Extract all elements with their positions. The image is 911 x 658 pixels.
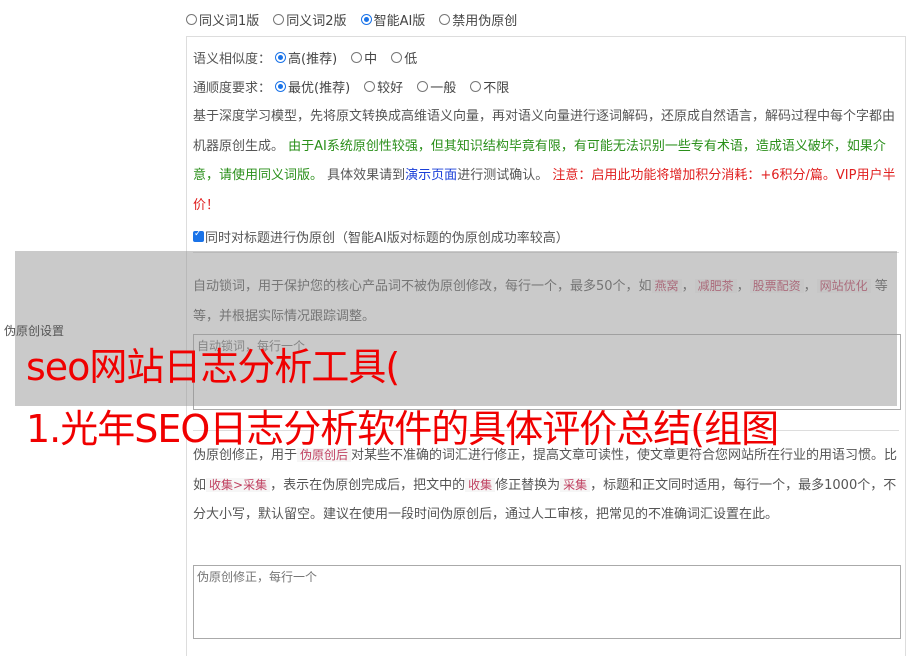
- mode-radio-group: 同义词1版 同义词2版 智能AI版 禁用伪原创: [186, 10, 531, 29]
- example-tag: 收集>采集: [206, 477, 271, 492]
- fluency-normal[interactable]: 一般: [417, 77, 456, 96]
- radio-icon[interactable]: [186, 13, 197, 25]
- radio-icon[interactable]: [273, 13, 285, 25]
- headline-line-2: 1.光年SEO日志分析软件的具体评价总结(组图: [26, 407, 779, 451]
- fluency-label: 通顺度要求：: [193, 80, 272, 96]
- fluency-good[interactable]: 较好: [364, 77, 403, 96]
- mode-option-ai[interactable]: 智能AI版: [360, 10, 425, 29]
- radio-icon[interactable]: [364, 80, 376, 92]
- radio-selected-icon[interactable]: [275, 80, 287, 92]
- fluency-best[interactable]: 最优(推荐): [275, 77, 350, 96]
- checkbox-checked-icon[interactable]: [193, 229, 204, 242]
- title-checkbox-row: 同时对标题进行伪原创（智能AI版对标题的伪原创成功率较高）: [193, 227, 899, 246]
- example-tag: 收集: [465, 477, 496, 492]
- similarity-medium[interactable]: 中: [351, 48, 377, 67]
- similarity-row: 语义相似度： 高(推荐) 中 低: [193, 46, 899, 68]
- radio-icon[interactable]: [470, 80, 482, 92]
- title-checkbox[interactable]: 同时对标题进行伪原创（智能AI版对标题的伪原创成功率较高）: [193, 227, 569, 246]
- similarity-low[interactable]: 低: [391, 48, 417, 67]
- mode-option-synonym-1[interactable]: 同义词1版: [186, 10, 259, 29]
- correction-description: 伪原创修正，用于 伪原创后 对某些不准确的词汇进行修正，提高文章可读性，使文章更符合…: [193, 448, 898, 522]
- mode-option-synonym-2[interactable]: 同义词2版: [273, 10, 347, 29]
- headline-line-1: seo网站日志分析工具(: [26, 345, 400, 389]
- correction-textarea[interactable]: [193, 565, 901, 639]
- radio-selected-icon[interactable]: [275, 51, 287, 63]
- radio-icon[interactable]: [439, 13, 451, 25]
- ai-description: 基于深度学习模型，先将原文转换成高维语义向量，再对语义向量进行逐词解码，还原成自…: [193, 109, 896, 213]
- similarity-high[interactable]: 高(推荐): [275, 48, 337, 67]
- demo-page-link[interactable]: 演示页面: [405, 168, 457, 183]
- example-tag: 采集: [560, 477, 591, 492]
- mode-option-disable[interactable]: 禁用伪原创: [439, 10, 517, 29]
- radio-selected-icon[interactable]: [360, 13, 372, 25]
- radio-icon[interactable]: [391, 51, 403, 63]
- radio-icon[interactable]: [351, 51, 363, 63]
- radio-icon[interactable]: [417, 80, 429, 92]
- fluency-row: 通顺度要求： 最优(推荐) 较好 一般 不限: [193, 75, 899, 97]
- fluency-any[interactable]: 不限: [470, 77, 509, 96]
- similarity-label: 语义相似度：: [193, 51, 272, 67]
